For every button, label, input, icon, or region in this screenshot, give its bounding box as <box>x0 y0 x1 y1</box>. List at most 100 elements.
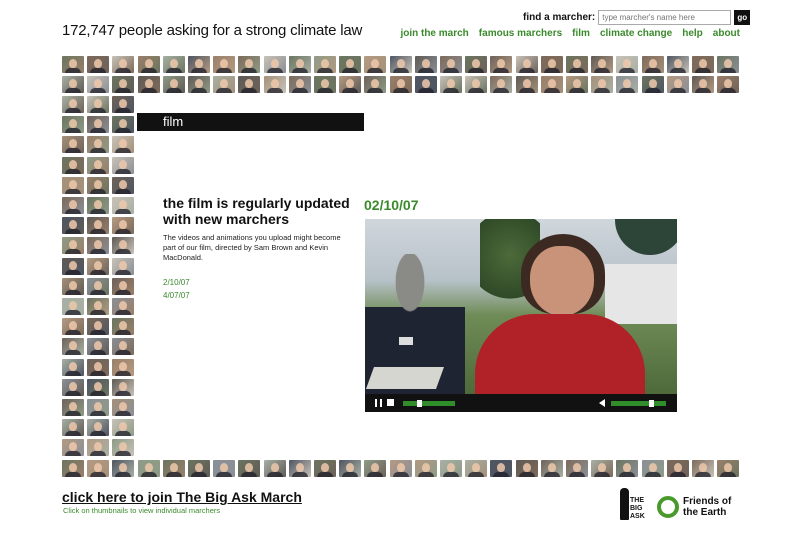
marcher-thumbnail[interactable] <box>62 257 84 275</box>
marcher-thumbnail[interactable] <box>465 460 488 477</box>
marcher-thumbnail[interactable] <box>112 378 135 396</box>
marcher-thumbnail[interactable] <box>87 399 110 416</box>
marcher-thumbnail[interactable] <box>162 76 185 93</box>
marcher-thumbnail[interactable] <box>364 56 387 73</box>
marcher-thumbnail[interactable] <box>87 217 110 235</box>
marcher-thumbnail[interactable] <box>717 460 740 477</box>
film-date-link[interactable]: 4/07/07 <box>163 289 190 302</box>
marcher-thumbnail[interactable] <box>540 460 563 477</box>
marcher-thumbnail[interactable] <box>213 460 236 477</box>
marcher-thumbnail[interactable] <box>641 56 664 73</box>
marcher-thumbnail[interactable] <box>87 378 110 396</box>
marcher-thumbnail[interactable] <box>692 76 714 93</box>
marcher-thumbnail[interactable] <box>112 277 135 295</box>
marcher-thumbnail[interactable] <box>87 460 110 477</box>
marcher-thumbnail[interactable] <box>62 318 84 336</box>
marcher-thumbnail[interactable] <box>112 156 135 174</box>
marcher-thumbnail[interactable] <box>414 56 437 73</box>
marcher-thumbnail[interactable] <box>87 298 110 315</box>
marcher-thumbnail[interactable] <box>87 76 110 93</box>
marcher-thumbnail[interactable] <box>288 76 311 93</box>
marcher-thumbnail[interactable] <box>162 460 185 477</box>
marcher-thumbnail[interactable] <box>238 460 261 477</box>
marcher-thumbnail[interactable] <box>112 96 135 113</box>
marcher-thumbnail[interactable] <box>112 56 135 73</box>
marcher-search-input[interactable] <box>598 10 732 25</box>
nav-about[interactable]: about <box>713 28 740 39</box>
marcher-thumbnail[interactable] <box>62 399 84 416</box>
marcher-thumbnail[interactable] <box>62 298 84 315</box>
marcher-thumbnail[interactable] <box>87 116 110 134</box>
marcher-thumbnail[interactable] <box>87 439 110 457</box>
marcher-thumbnail[interactable] <box>112 439 135 457</box>
marcher-thumbnail[interactable] <box>188 460 210 477</box>
marcher-thumbnail[interactable] <box>87 237 110 255</box>
nav-famous-marchers[interactable]: famous marchers <box>479 28 562 39</box>
marcher-thumbnail[interactable] <box>62 156 84 174</box>
marcher-thumbnail[interactable] <box>389 460 412 477</box>
marcher-thumbnail[interactable] <box>87 338 110 356</box>
marcher-thumbnail[interactable] <box>112 176 135 194</box>
marcher-thumbnail[interactable] <box>692 460 714 477</box>
marcher-thumbnail[interactable] <box>62 197 84 214</box>
marcher-thumbnail[interactable] <box>591 460 614 477</box>
marcher-thumbnail[interactable] <box>87 419 110 437</box>
marcher-thumbnail[interactable] <box>515 76 538 93</box>
marcher-thumbnail[interactable] <box>238 76 261 93</box>
marcher-thumbnail[interactable] <box>414 76 437 93</box>
marcher-thumbnail[interactable] <box>112 338 135 356</box>
marcher-thumbnail[interactable] <box>263 460 286 477</box>
marcher-thumbnail[interactable] <box>490 76 513 93</box>
marcher-thumbnail[interactable] <box>112 136 135 154</box>
marcher-thumbnail[interactable] <box>87 358 110 376</box>
marcher-thumbnail[interactable] <box>213 76 236 93</box>
marcher-thumbnail[interactable] <box>238 56 261 73</box>
video-progress-bar[interactable] <box>403 400 455 407</box>
volume-handle[interactable] <box>649 400 654 407</box>
marcher-thumbnail[interactable] <box>87 96 110 113</box>
marcher-thumbnail[interactable] <box>87 318 110 336</box>
marcher-thumbnail[interactable] <box>490 56 513 73</box>
big-ask-logo[interactable]: THE BIG ASK <box>620 488 650 522</box>
marcher-thumbnail[interactable] <box>112 237 135 255</box>
nav-film[interactable]: film <box>572 28 590 39</box>
marcher-thumbnail[interactable] <box>112 399 135 416</box>
marcher-thumbnail[interactable] <box>364 76 387 93</box>
nav-help[interactable]: help <box>682 28 703 39</box>
marcher-thumbnail[interactable] <box>591 76 614 93</box>
marcher-thumbnail[interactable] <box>62 358 84 376</box>
marcher-thumbnail[interactable] <box>112 116 135 134</box>
marcher-thumbnail[interactable] <box>62 136 84 154</box>
marcher-thumbnail[interactable] <box>566 460 588 477</box>
marcher-thumbnail[interactable] <box>515 56 538 73</box>
marcher-thumbnail[interactable] <box>616 76 639 93</box>
marcher-thumbnail[interactable] <box>62 378 84 396</box>
marcher-thumbnail[interactable] <box>112 217 135 235</box>
marcher-thumbnail[interactable] <box>137 460 160 477</box>
marcher-thumbnail[interactable] <box>540 56 563 73</box>
marcher-thumbnail[interactable] <box>162 56 185 73</box>
marcher-thumbnail[interactable] <box>62 277 84 295</box>
marcher-thumbnail[interactable] <box>112 419 135 437</box>
marcher-thumbnail[interactable] <box>339 460 362 477</box>
progress-handle[interactable] <box>417 400 422 407</box>
marcher-thumbnail[interactable] <box>62 76 84 93</box>
marcher-thumbnail[interactable] <box>62 116 84 134</box>
marcher-thumbnail[interactable] <box>112 318 135 336</box>
marcher-thumbnail[interactable] <box>389 76 412 93</box>
marcher-thumbnail[interactable] <box>288 56 311 73</box>
nav-climate-change[interactable]: climate change <box>600 28 672 39</box>
marcher-thumbnail[interactable] <box>62 338 84 356</box>
pause-icon[interactable] <box>375 399 382 407</box>
marcher-thumbnail[interactable] <box>112 76 135 93</box>
marcher-thumbnail[interactable] <box>137 76 160 93</box>
marcher-thumbnail[interactable] <box>314 56 336 73</box>
marcher-thumbnail[interactable] <box>389 56 412 73</box>
marcher-thumbnail[interactable] <box>540 76 563 93</box>
marcher-thumbnail[interactable] <box>666 460 689 477</box>
marcher-thumbnail[interactable] <box>339 56 362 73</box>
marcher-thumbnail[interactable] <box>62 217 84 235</box>
marcher-thumbnail[interactable] <box>591 56 614 73</box>
film-date-link[interactable]: 2/10/07 <box>163 276 190 289</box>
marcher-thumbnail[interactable] <box>112 358 135 376</box>
